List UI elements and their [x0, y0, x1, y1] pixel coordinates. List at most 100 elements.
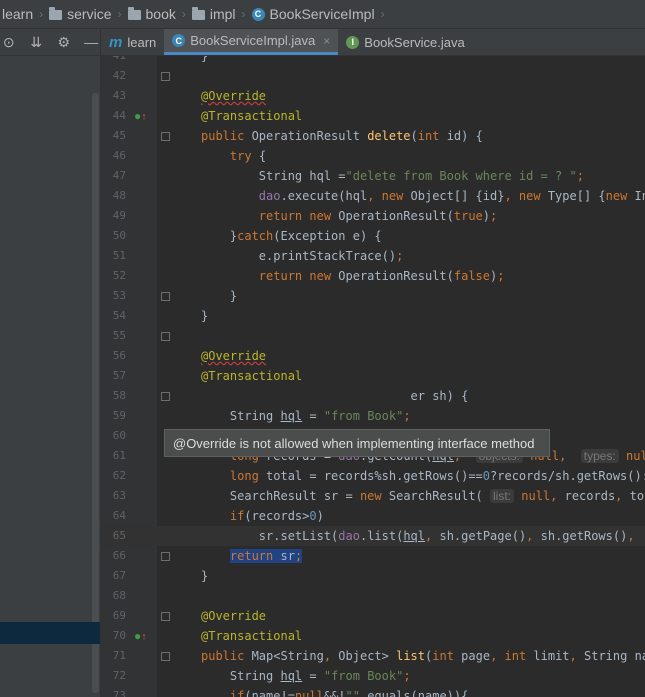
code-line[interactable]: 70 ●↑ @Transactional	[101, 626, 645, 646]
code-text: @Transactional	[201, 629, 303, 643]
code-text: }	[201, 56, 209, 63]
breadcrumb-item-learn[interactable]: learn	[0, 6, 35, 22]
project-tool-window[interactable]: ⊙ ⇊ ⚙ —	[0, 29, 101, 697]
code-line[interactable]: 73 if(name!=null&&!"".equals(name)){	[101, 686, 645, 697]
breadcrumb-item-bookserviceimpl[interactable]: C BookServiceImpl	[250, 6, 377, 22]
fold-marker-icon[interactable]	[161, 652, 170, 661]
code-line[interactable]: 63 SearchResult sr = new SearchResult( l…	[101, 486, 645, 506]
code-text: try {	[229, 149, 267, 163]
code-text: }	[201, 569, 209, 583]
line-number: 57	[112, 369, 126, 382]
code-line[interactable]: 51 e.printStackTrace();	[101, 246, 645, 266]
code-line[interactable]: 41}	[101, 56, 645, 66]
code-text: sr.setList(dao.list(hql, sh.getPage(), s…	[201, 529, 635, 543]
code-line[interactable]: 45 public OperationResult delete(int id) …	[101, 126, 645, 146]
line-number: 43	[112, 89, 126, 102]
tab-learn[interactable]: m learn	[101, 29, 164, 55]
collapse-icon[interactable]: ⇊	[28, 34, 46, 51]
code-line[interactable]: 54}	[101, 306, 645, 326]
line-number: 50	[112, 229, 126, 242]
maven-module-icon: m	[109, 33, 123, 51]
code-text: @Transactional	[201, 109, 303, 123]
fold-marker-icon[interactable]	[161, 132, 170, 141]
breadcrumb-item-book[interactable]: book	[126, 6, 178, 22]
code-line[interactable]: 53 }	[101, 286, 645, 306]
tab-bookserviceimpl-java[interactable]: C BookServiceImpl.java ×	[164, 29, 339, 55]
code-line[interactable]: 46 try {	[101, 146, 645, 166]
fold-marker-icon[interactable]	[161, 332, 170, 341]
code-editor[interactable]: 41} 42 43 @Override 44 ●↑ @Transactional 45 publ…	[101, 56, 645, 697]
code-line[interactable]: 68	[101, 586, 645, 606]
code-line[interactable]: 43 @Override	[101, 86, 645, 106]
line-number: 66	[112, 549, 126, 562]
code-line[interactable]: 47 String hql ="delete from Book where i…	[101, 166, 645, 186]
project-scrollbar[interactable]	[92, 93, 99, 693]
code-line[interactable]: 62 long total = records%sh.getRows()==0?…	[101, 466, 645, 486]
line-number: 51	[112, 249, 126, 262]
fold-marker-icon[interactable]	[161, 392, 170, 401]
code-text: }catch(Exception e) {	[201, 229, 382, 243]
code-line[interactable]: 72 String hql = "from Book";	[101, 666, 645, 686]
code-line[interactable]: 50 }catch(Exception e) {	[101, 226, 645, 246]
code-line[interactable]: 55	[101, 326, 645, 346]
code-line[interactable]: 59 String hql = "from Book";	[101, 406, 645, 426]
line-number: 53	[112, 289, 126, 302]
folder-icon	[49, 7, 63, 20]
code-line[interactable]: 67}	[101, 566, 645, 586]
code-line[interactable]: 48 dao.execute(hql, new Object[] {id}, n…	[101, 186, 645, 206]
fold-marker-icon[interactable]	[161, 72, 170, 81]
code-text: long total = records%sh.getRows()==0?rec…	[229, 469, 645, 483]
code-text: return new OperationResult(false);	[258, 269, 505, 283]
line-number: 54	[112, 309, 126, 322]
breadcrumb-item-impl[interactable]: impl	[190, 6, 238, 22]
folder-icon	[127, 7, 141, 20]
line-number: 71	[112, 649, 126, 662]
code-line[interactable]: 58 er sh) {	[101, 386, 645, 406]
code-text: if(records>0)	[229, 509, 324, 523]
chevron-right-icon: ›	[181, 7, 186, 21]
code-line[interactable]: 42	[101, 66, 645, 86]
code-text: public Map<String, Object> list(int page…	[201, 649, 645, 663]
code-line[interactable]: 49 return new OperationResult(true);	[101, 206, 645, 226]
line-number: 60	[112, 429, 126, 442]
line-number: 49	[112, 209, 126, 222]
code-line[interactable]: 56 @Override	[101, 346, 645, 366]
tab-label: BookServiceImpl.java	[190, 33, 316, 48]
code-line[interactable]: 71 public Map<String, Object> list(int pa…	[101, 646, 645, 666]
breadcrumb-label: BookServiceImpl	[269, 6, 375, 22]
implements-marker-icon[interactable]: ●↑	[134, 106, 147, 127]
line-number: 61	[112, 449, 126, 462]
code-text: String hql ="delete from Book where id =…	[201, 169, 584, 183]
fold-marker-icon[interactable]	[161, 552, 170, 561]
code-line[interactable]: 64 if(records>0)	[101, 506, 645, 526]
editor-tab-bar: m learn C BookServiceImpl.java × I BookService…	[101, 29, 645, 56]
code-text: dao.execute(hql, new Object[] {id}, new …	[258, 189, 645, 203]
target-icon[interactable]: ⊙	[0, 34, 18, 51]
implements-marker-icon[interactable]: ●↑	[134, 626, 147, 647]
project-tree-selected-row[interactable]	[0, 622, 100, 644]
line-number: 55	[112, 329, 126, 342]
close-icon[interactable]: ×	[323, 34, 330, 48]
breadcrumb-item-service[interactable]: service	[47, 6, 113, 22]
code-line[interactable]: 44 ●↑ @Transactional	[101, 106, 645, 126]
code-text: String hql = "from Book";	[201, 669, 411, 683]
code-line[interactable]: 52 return new OperationResult(false);	[101, 266, 645, 286]
code-line[interactable]: 57 @Transactional	[101, 366, 645, 386]
tab-label: BookService.java	[364, 34, 465, 50]
code-text: }	[201, 289, 238, 303]
fold-marker-icon[interactable]	[161, 292, 170, 301]
fold-marker-icon[interactable]	[161, 612, 170, 621]
folder-icon	[191, 7, 205, 20]
code-line[interactable]: 69 @Override	[101, 606, 645, 626]
project-toolbar: ⊙ ⇊ ⚙ —	[0, 29, 100, 56]
code-text: @Override	[201, 89, 267, 103]
code-line[interactable]: 66 return sr;	[101, 546, 645, 566]
line-number: 63	[112, 489, 126, 502]
minimize-icon[interactable]: —	[83, 34, 101, 50]
class-icon: C	[172, 34, 186, 47]
code-line[interactable]: 65 sr.setList(dao.list(hql, sh.getPage()…	[101, 526, 645, 546]
breadcrumb-label: learn	[2, 6, 34, 22]
tab-bookservice-java[interactable]: I BookService.java	[338, 29, 472, 55]
gear-icon[interactable]: ⚙	[55, 34, 73, 51]
breadcrumb-label: book	[145, 6, 176, 22]
